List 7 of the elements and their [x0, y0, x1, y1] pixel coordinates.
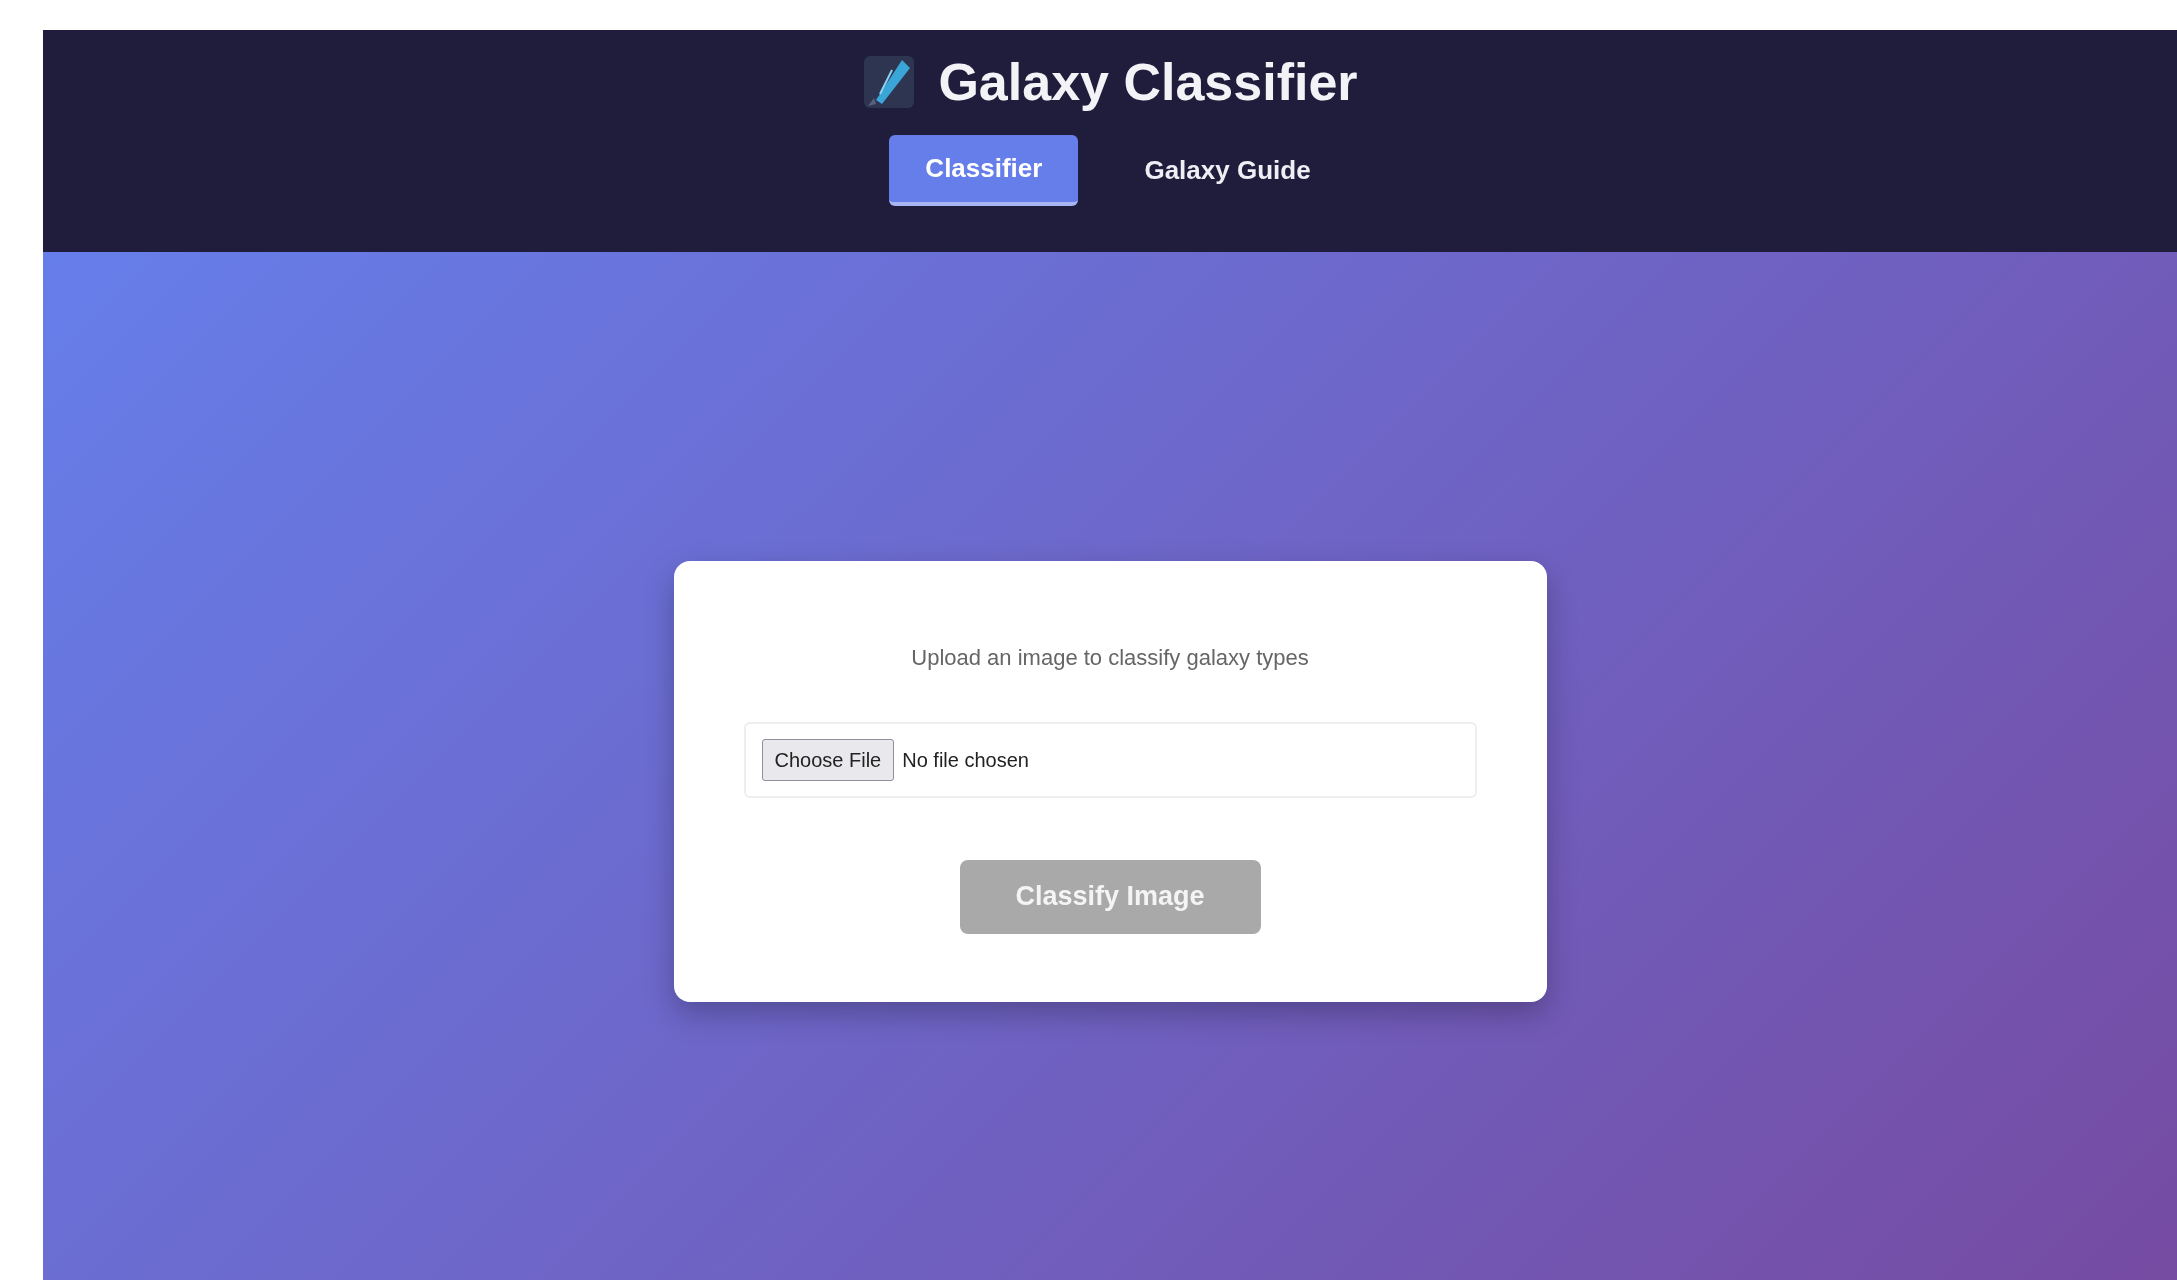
- choose-file-button[interactable]: Choose File: [761, 738, 895, 781]
- nav-tab[interactable]: Galaxy Guide: [1108, 135, 1347, 206]
- nav-tab[interactable]: Classifier: [889, 135, 1079, 206]
- instruction-text: Upload an image to classify galaxy types: [911, 643, 1309, 672]
- feather-icon: [862, 54, 917, 110]
- file-status-text: No file chosen: [902, 747, 1029, 773]
- file-input[interactable]: Choose File No file chosen: [743, 721, 1477, 798]
